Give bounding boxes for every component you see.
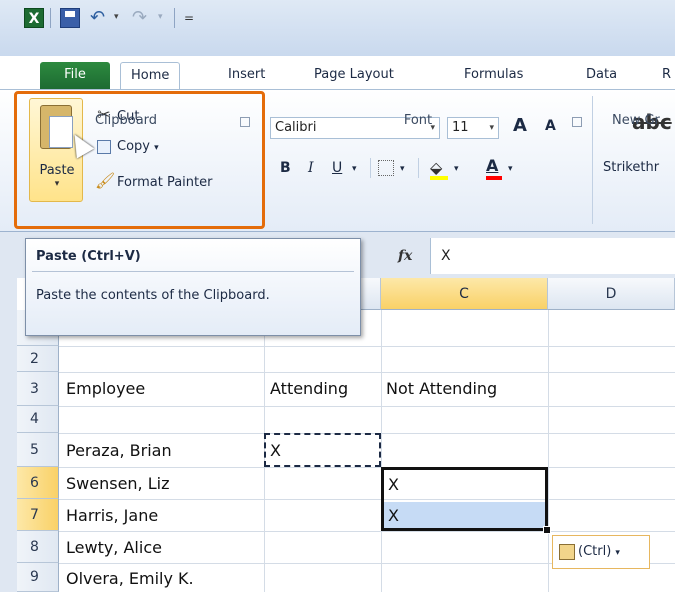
grid-line (59, 531, 675, 532)
excel-icon[interactable]: X (24, 8, 44, 28)
grid-line (381, 310, 382, 592)
row-header[interactable]: 4 (17, 406, 59, 433)
column-header-d[interactable]: D (548, 278, 675, 310)
tab-data[interactable]: Data (576, 62, 627, 89)
fill-color-icon[interactable]: ⬙ (430, 158, 442, 177)
toolbar-separator (370, 158, 371, 178)
copy-marquee (264, 433, 381, 467)
row-header[interactable]: 9 (17, 563, 59, 592)
row-header[interactable]: 2 (17, 346, 59, 372)
qat-separator (50, 8, 51, 28)
chevron-down-icon[interactable]: ▾ (489, 118, 494, 138)
function-icon[interactable]: fx (398, 248, 412, 264)
grow-font-icon[interactable]: A (513, 115, 527, 136)
font-size-select[interactable]: 11 ▾ (447, 117, 499, 139)
row-header[interactable]: 8 (17, 531, 59, 563)
font-size-value: 11 (452, 120, 469, 135)
font-launcher-icon[interactable] (572, 117, 582, 127)
ribbon-tabs: File Home Insert Page Layout Formulas Da… (0, 56, 675, 89)
font-color-swatch (486, 176, 502, 180)
font-color-dropdown-icon[interactable]: ▾ (508, 164, 513, 174)
customize-qat-icon[interactable]: = (184, 8, 204, 28)
paste-options-label: (Ctrl) (578, 544, 612, 559)
italic-button[interactable]: I (308, 160, 314, 176)
paste-options-button[interactable]: (Ctrl) ▾ (552, 535, 650, 569)
cell-a9[interactable]: Olvera, Emily K. (66, 569, 194, 588)
redo-icon[interactable]: ↷ (132, 8, 152, 28)
font-color-icon[interactable]: A (486, 156, 498, 175)
row-header[interactable]: 3 (17, 372, 59, 406)
cell-c7[interactable]: X (388, 506, 399, 525)
cell-b3[interactable]: Attending (270, 379, 348, 398)
row-header[interactable]: 6 (17, 467, 59, 499)
clipboard-group-highlight (14, 91, 265, 229)
tab-insert[interactable]: Insert (218, 62, 275, 89)
cell-a5[interactable]: Peraza, Brian (66, 441, 172, 460)
cell-c6[interactable]: X (388, 475, 399, 494)
borders-icon[interactable] (378, 160, 394, 176)
undo-dropdown-icon[interactable]: ▾ (114, 12, 119, 22)
toolbar-separator (418, 158, 419, 178)
cell-c3[interactable]: Not Attending (386, 379, 497, 398)
cell-a7[interactable]: Harris, Jane (66, 506, 158, 525)
column-header-c[interactable]: C (381, 278, 548, 310)
redo-dropdown-icon[interactable]: ▾ (158, 12, 163, 22)
window-edge (0, 278, 17, 592)
shrink-font-icon[interactable]: A (545, 118, 556, 134)
bold-button[interactable]: B (280, 160, 291, 176)
grid-line (59, 372, 675, 373)
cell-a3[interactable]: Employee (66, 379, 145, 398)
borders-dropdown-icon[interactable]: ▾ (400, 164, 405, 174)
qat-separator (174, 8, 175, 28)
new-group-label: New Gr (612, 113, 660, 128)
strikethrough-button[interactable]: Strikethr (603, 160, 659, 175)
quick-access-toolbar: X ↶ ▾ ↷ ▾ = (0, 0, 675, 56)
save-icon[interactable] (60, 8, 80, 28)
font-group-label: Font (403, 113, 433, 128)
grid-line (548, 310, 549, 592)
font-name-value: Calibri (275, 120, 317, 135)
tab-formulas[interactable]: Formulas (454, 62, 533, 89)
chevron-down-icon[interactable]: ▾ (615, 548, 620, 558)
selected-range[interactable] (381, 467, 548, 531)
underline-button[interactable]: U (332, 160, 342, 176)
underline-dropdown-icon[interactable]: ▾ (352, 164, 357, 174)
cell-a6[interactable]: Swensen, Liz (66, 474, 169, 493)
tab-page-layout[interactable]: Page Layout (304, 62, 404, 89)
fill-handle[interactable] (543, 526, 551, 534)
group-divider (592, 96, 593, 224)
fill-color-dropdown-icon[interactable]: ▾ (454, 164, 459, 174)
paste-tooltip: Paste (Ctrl+V) Paste the contents of the… (25, 238, 361, 336)
undo-icon[interactable]: ↶ (90, 8, 110, 28)
tab-home[interactable]: Home (120, 62, 181, 89)
tooltip-body: Paste the contents of the Clipboard. (36, 288, 270, 303)
cell-a8[interactable]: Lewty, Alice (66, 538, 162, 557)
grid-line (59, 467, 675, 468)
tab-review[interactable]: R (652, 62, 675, 89)
row-header[interactable]: 5 (17, 433, 59, 467)
grid-line (59, 406, 675, 407)
row-header[interactable]: 7 (17, 499, 59, 531)
clipboard-icon (559, 543, 575, 560)
tab-file[interactable]: File (40, 62, 110, 89)
fill-color-swatch (430, 176, 448, 180)
tooltip-divider (32, 271, 354, 272)
grid-line (59, 346, 675, 347)
tooltip-title: Paste (Ctrl+V) (36, 249, 141, 264)
grid-line (59, 499, 675, 500)
formula-input[interactable]: X (430, 238, 675, 274)
